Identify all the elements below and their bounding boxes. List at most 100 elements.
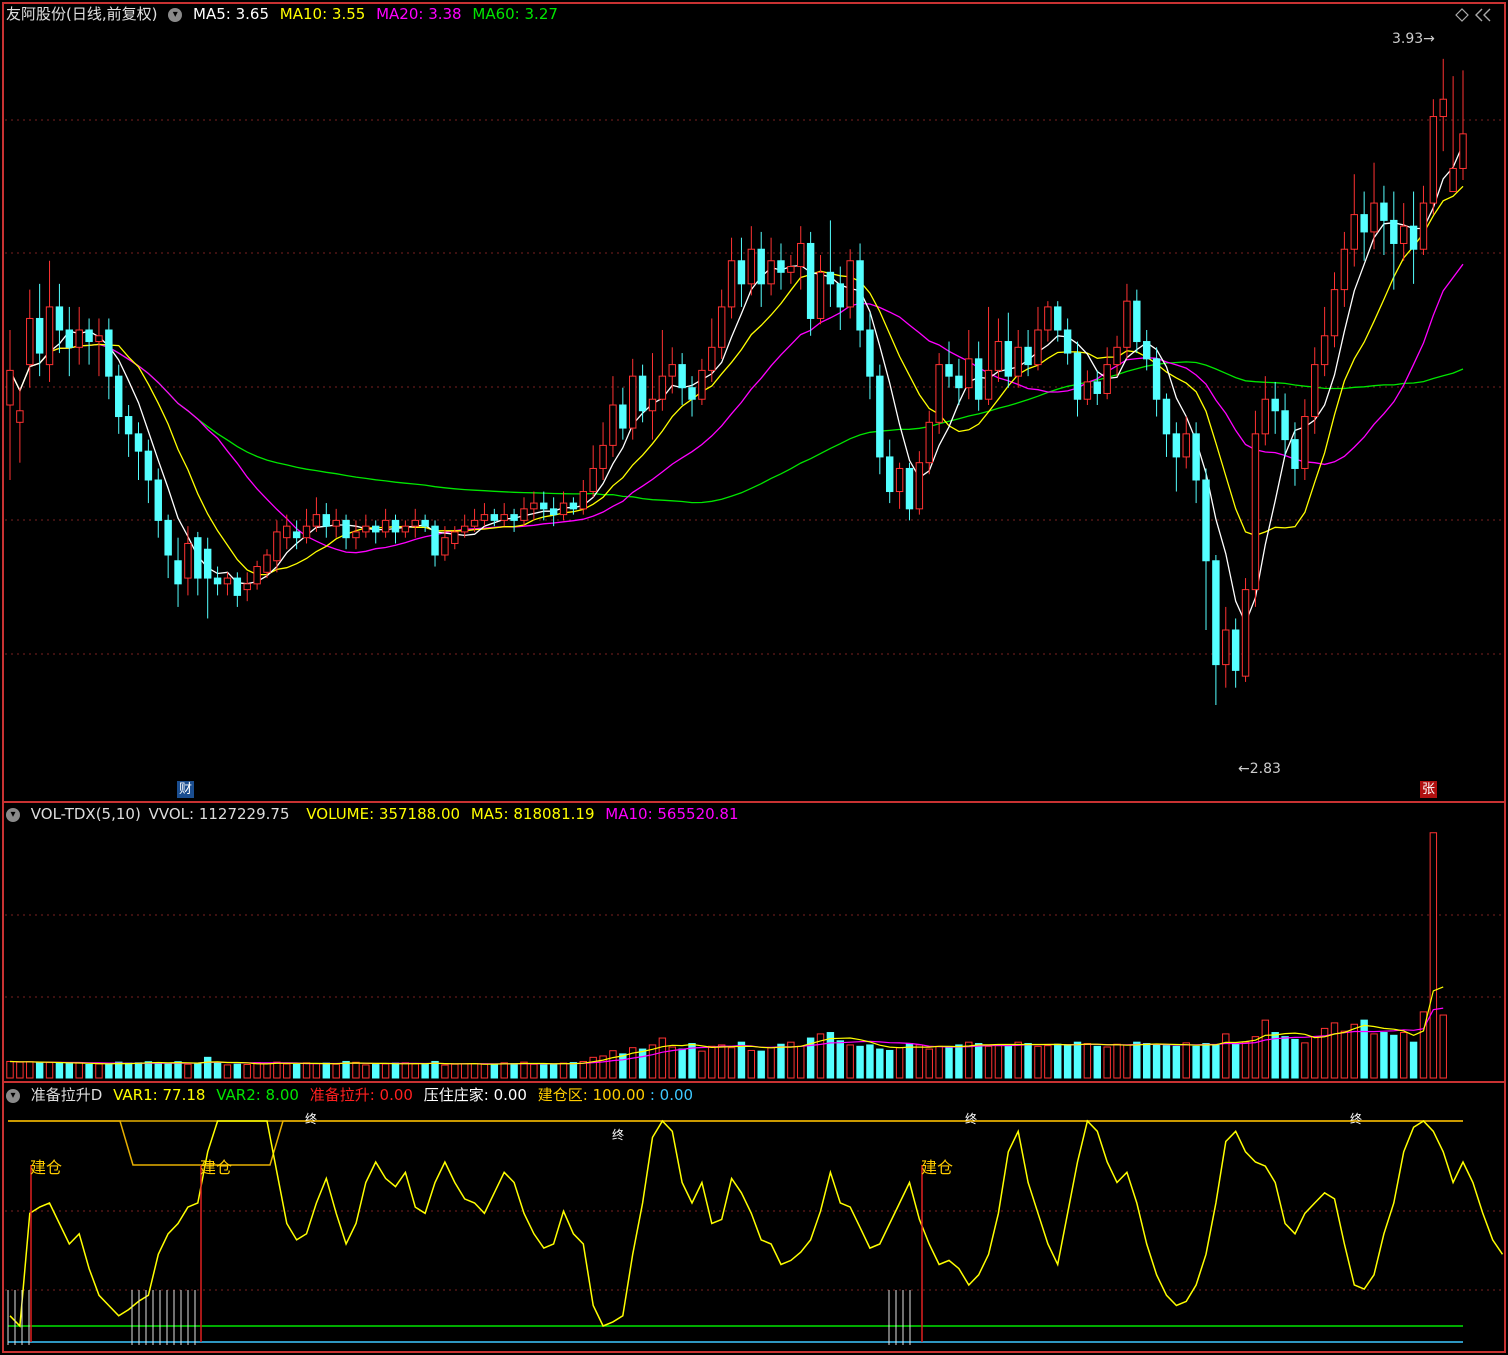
rise-tag[interactable]: 张: [1420, 781, 1438, 798]
volume-bar: [1123, 1044, 1131, 1079]
candle-body: [1063, 329, 1072, 354]
volume-bar: [1340, 1030, 1349, 1079]
volume-bar: [935, 1045, 943, 1079]
volume-bar: [1222, 1033, 1230, 1079]
volume-bar: [530, 1063, 538, 1079]
candle-body: [648, 398, 657, 412]
volume-bar: [164, 1063, 172, 1079]
diamond-icon[interactable]: [1455, 8, 1469, 22]
volume-bar: [105, 1063, 113, 1079]
finance-tag[interactable]: 财: [177, 781, 195, 798]
candle-body: [549, 508, 558, 516]
candle-body: [1034, 329, 1042, 366]
candle-body: [154, 479, 162, 521]
candle-body: [876, 375, 884, 458]
candle-body: [569, 502, 578, 510]
candle-body: [352, 531, 360, 539]
volume-bar: [283, 1063, 291, 1079]
volume-bar: [965, 1041, 973, 1079]
candle-body: [1390, 219, 1398, 244]
candle-body: [253, 566, 261, 585]
volume-bar: [1291, 1038, 1299, 1079]
candle-body: [283, 525, 291, 539]
dropdown-icon[interactable]: ▾: [168, 7, 183, 22]
volume-bar: [757, 1050, 765, 1079]
volume-bar: [65, 1063, 74, 1079]
volume-bar: [698, 1050, 706, 1079]
candle-body: [806, 242, 815, 319]
volume-indicator-name[interactable]: VOL-TDX(5,10): [31, 805, 141, 823]
volume-bar: [6, 1060, 14, 1079]
candle-body: [441, 537, 449, 556]
volume-bar: [737, 1041, 746, 1079]
volume-bar: [727, 1047, 736, 1079]
candle-body: [470, 519, 479, 527]
candle-body: [75, 329, 83, 348]
volume-bar: [974, 1043, 983, 1079]
zhong-label-2: 终: [305, 1112, 318, 1126]
volume-bar: [253, 1062, 261, 1079]
stock-title[interactable]: 友阿股份(日线,前复权): [6, 5, 157, 23]
stock-chart[interactable]: [0, 0, 1508, 1355]
candle-body: [1311, 364, 1319, 418]
var1-readout: VAR1: 77.18: [113, 1086, 206, 1104]
volume-bar: [678, 1048, 686, 1079]
volume-bar: [213, 1062, 222, 1079]
volume-bar: [1439, 1014, 1447, 1079]
dropdown-icon[interactable]: ▾: [6, 1088, 20, 1103]
volume-bar: [1014, 1041, 1022, 1079]
volume-bar: [480, 1063, 489, 1079]
candle-body: [124, 416, 133, 435]
candle-body: [105, 329, 113, 377]
volume-bar: [1162, 1045, 1171, 1079]
candle-body: [638, 375, 647, 412]
volume-bar: [263, 1062, 271, 1079]
candle-body: [1024, 346, 1032, 366]
double-chevron-left-icon[interactable]: [1475, 8, 1491, 22]
candle-body: [460, 525, 469, 533]
candle-body: [787, 266, 795, 273]
volume-bar: [1429, 832, 1438, 1079]
volume-bar: [124, 1062, 133, 1079]
volume-bar: [411, 1063, 419, 1079]
volume-bar: [45, 1062, 54, 1079]
candle-body: [500, 514, 508, 521]
volume-bar: [856, 1045, 864, 1079]
candle-body: [322, 514, 331, 527]
candle-body: [1152, 358, 1161, 400]
volume-bar: [836, 1040, 844, 1079]
candle-body: [1340, 248, 1349, 291]
candle-body: [727, 260, 736, 308]
candle-body: [1014, 346, 1022, 377]
top-right-icons[interactable]: [1455, 8, 1491, 22]
volume-bar: [1103, 1046, 1111, 1079]
volume-bar: [945, 1047, 953, 1079]
candle-body: [1073, 352, 1082, 400]
vol-ma10-readout: MA10: 565520.81: [605, 805, 739, 823]
candle-body: [391, 519, 400, 533]
volume-bar: [144, 1061, 153, 1079]
dropdown-icon[interactable]: ▾: [6, 807, 20, 822]
candle-body: [1133, 300, 1141, 343]
candle-body: [1241, 589, 1250, 677]
candle-body: [905, 467, 914, 510]
ma60-readout: MA60: 3.27: [472, 5, 558, 23]
candle-body: [6, 369, 14, 406]
candle-body: [668, 364, 676, 377]
volume-bar: [233, 1063, 242, 1079]
volume-bar: [619, 1053, 627, 1079]
indicator-name[interactable]: 准备拉升D: [31, 1086, 103, 1104]
candle-body: [490, 514, 499, 521]
candle-body: [530, 502, 538, 510]
candle-body: [757, 248, 765, 285]
volume-bar: [510, 1063, 518, 1079]
candle-body: [1261, 398, 1270, 435]
volume-bar: [925, 1048, 933, 1079]
candle-body: [1439, 98, 1447, 118]
candle-body: [1004, 341, 1013, 377]
volume-bar: [1152, 1044, 1161, 1079]
candle-body: [1301, 416, 1309, 469]
candle-body: [599, 444, 607, 469]
candle-body: [520, 508, 528, 521]
candle-body: [144, 450, 153, 481]
